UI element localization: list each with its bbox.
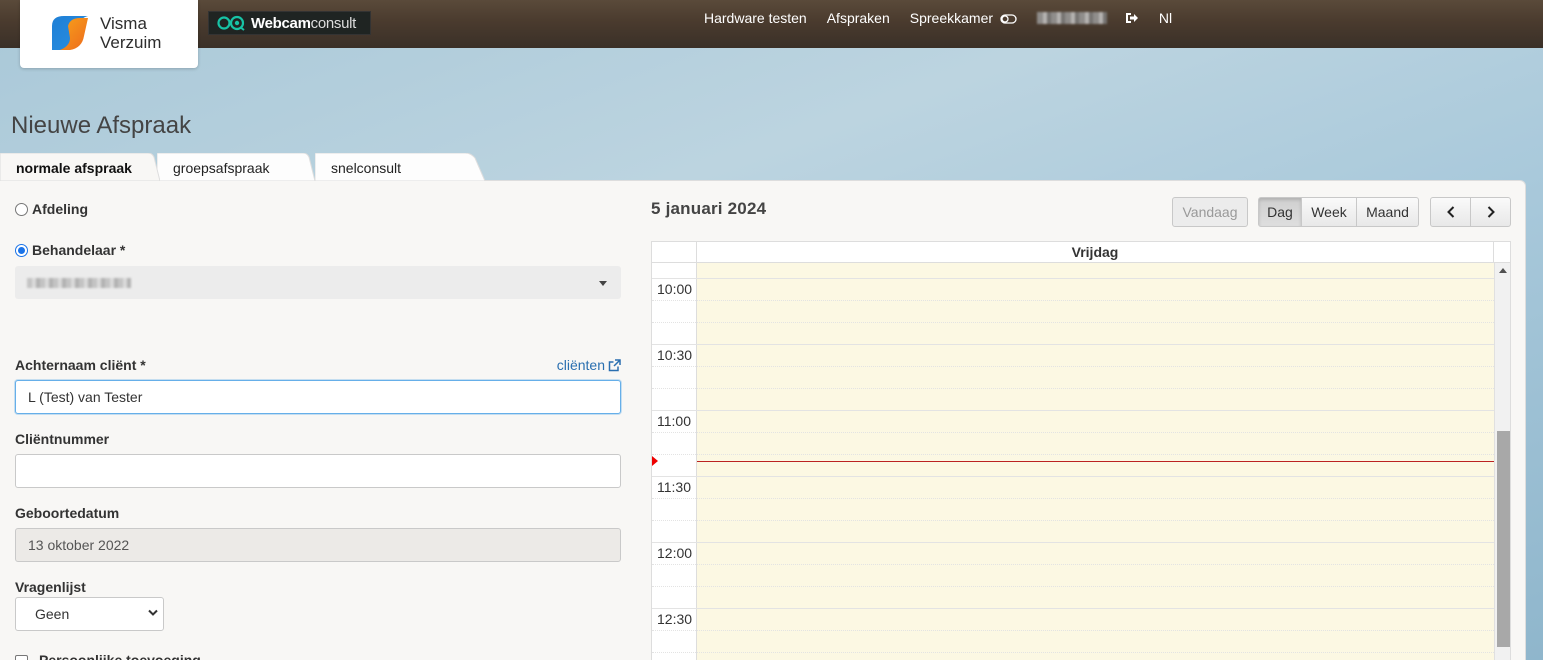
slot-line (652, 300, 1494, 301)
prev-button[interactable] (1430, 197, 1471, 227)
view-month-button[interactable]: Maand (1356, 197, 1419, 227)
view-week-button[interactable]: Week (1301, 197, 1357, 227)
view-day-button[interactable]: Dag (1258, 197, 1302, 227)
slot-line (652, 564, 1494, 565)
slot-line (652, 542, 1494, 543)
current-time-arrow-icon (652, 456, 658, 466)
slot-line (652, 366, 1494, 367)
tab-normale-afspraak[interactable]: normale afspraak (0, 153, 160, 181)
top-navbar: Webcamconsult Hardware testen Afspraken … (0, 0, 1543, 48)
time-label-1230: 12:30 (657, 611, 693, 627)
chevron-left-icon (1446, 206, 1454, 218)
slot-line (652, 630, 1494, 631)
clientnummer-input[interactable] (15, 454, 621, 488)
afdeling-label: Afdeling (32, 201, 88, 217)
calendar-scrollbar[interactable] (1494, 263, 1510, 660)
day-header: Vrijdag (697, 242, 1494, 263)
time-label-1200: 12:00 (657, 545, 693, 561)
slot-line (652, 454, 1494, 455)
logout-icon[interactable] (1125, 12, 1139, 24)
visma-verzuim-logo[interactable]: Visma Verzuim (20, 0, 198, 68)
external-link-icon (608, 358, 621, 371)
time-label-1130: 11:30 (657, 479, 691, 495)
vandaag-button[interactable]: Vandaag (1172, 197, 1248, 227)
nav-spreekkamer-label: Spreekkamer (909, 10, 994, 26)
nav-hardware-testen[interactable]: Hardware testen (704, 10, 807, 26)
caret-down-icon (599, 281, 607, 286)
slot-line (652, 278, 1494, 279)
nav-spreekkamer[interactable]: Spreekkamer (910, 10, 1017, 26)
current-time-indicator (697, 461, 1494, 462)
tab-groepsafspraak[interactable]: groepsafspraak (157, 153, 315, 181)
behandelaar-option[interactable]: Behandelaar * (15, 242, 125, 258)
calendar-date: 5 januari 2024 (651, 199, 767, 218)
webcam-brand-light: consult (310, 14, 357, 32)
slot-line (652, 608, 1494, 609)
time-label-1030: 10:30 (657, 347, 693, 363)
chevron-right-icon (1487, 206, 1495, 218)
behandelaar-label: Behandelaar * (32, 242, 126, 258)
tab-label: normale afspraak (16, 160, 132, 176)
slot-line (652, 586, 1494, 587)
webcam-brand-bold: Webcam (251, 14, 311, 32)
slot-line (652, 388, 1494, 389)
calendar-body: 10:00 10:30 11:00 11:30 12:00 12:30 (652, 263, 1510, 660)
behandelaar-select[interactable] (15, 266, 621, 299)
tab-snelconsult[interactable]: snelconsult (315, 153, 485, 181)
geboortedatum-input[interactable]: 13 oktober 2022 (15, 528, 621, 562)
slot-line (652, 322, 1494, 323)
tab-label: snelconsult (331, 160, 402, 176)
slot-line (652, 476, 1494, 477)
slot-line (652, 432, 1494, 433)
logo-text-line2: Verzuim (100, 33, 162, 52)
logo-text-line1: Visma (100, 14, 147, 33)
logo-icon (52, 16, 88, 50)
slot-line (652, 344, 1494, 345)
persoonlijke-toevoeging-checkbox[interactable] (15, 655, 28, 660)
slot-line (652, 652, 1494, 653)
time-axis-header (652, 242, 697, 263)
top-nav-links: Hardware testen Afspraken Spreekkamer Nl (704, 0, 1192, 36)
vragenlijst-value: Geen (35, 606, 70, 622)
clientnummer-label: Cliëntnummer (15, 431, 110, 447)
persoonlijke-toevoeging-label: Persoonlijke toevoeging (39, 652, 201, 660)
user-name-blurred[interactable] (1036, 12, 1107, 24)
scroll-up-icon[interactable] (1499, 268, 1507, 273)
behandelaar-value-blurred (27, 278, 131, 288)
time-label-1100: 11:00 (657, 413, 691, 429)
webcamconsult-logo: Webcamconsult (208, 11, 371, 35)
appointment-panel: Afdeling Behandelaar * Achternaam cliënt… (0, 180, 1526, 660)
slot-line (652, 520, 1494, 521)
afdeling-option[interactable]: Afdeling (15, 201, 88, 217)
geboortedatum-label: Geboortedatum (15, 505, 120, 521)
time-label-1000: 10:00 (657, 281, 693, 297)
slot-line (652, 410, 1494, 411)
clienten-link[interactable]: cliënten (557, 357, 621, 373)
toggle-icon (1000, 14, 1017, 24)
tab-label: groepsafspraak (173, 160, 270, 176)
afdeling-radio[interactable] (15, 202, 28, 216)
clienten-link-label: cliënten (556, 357, 605, 373)
vragenlijst-label: Vragenlijst (15, 579, 86, 595)
scrollbar-thumb[interactable] (1497, 431, 1510, 647)
achternaam-input[interactable]: L (Test) van Tester (15, 380, 621, 414)
page-title: Nieuwe Afspraak (11, 112, 192, 139)
slot-line (652, 498, 1494, 499)
behandelaar-radio[interactable] (15, 243, 28, 257)
nav-afspraken[interactable]: Afspraken (827, 10, 890, 26)
next-button[interactable] (1470, 197, 1511, 227)
chevron-down-icon (148, 609, 158, 616)
vragenlijst-select[interactable]: Geen (15, 597, 164, 631)
day-calendar: Vrijdag 10:00 10:30 11:00 11:30 12:00 12… (651, 241, 1511, 660)
language-switch[interactable]: Nl (1159, 10, 1172, 26)
webcam-icon (217, 15, 245, 31)
achternaam-label: Achternaam cliënt * (15, 357, 146, 373)
calendar-header-row: Vrijdag (652, 242, 1510, 263)
